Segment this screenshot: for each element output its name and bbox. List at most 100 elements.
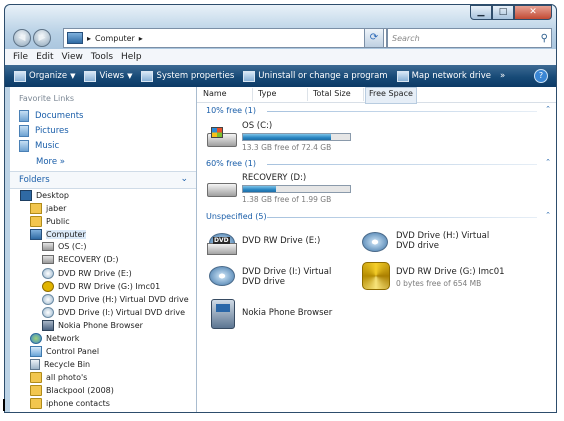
gold-disc-icon [360,258,390,290]
organize-icon [14,70,26,82]
menu-edit[interactable]: Edit [36,52,53,62]
title-bar[interactable]: ▁ □ ✕ ◀ ▶ ▸ Computer ▸ ▾ ⟳ Search ⚲ [5,5,556,53]
favorite-links-title: Favorite Links [19,94,75,103]
documents-icon [19,110,29,122]
drive-g-free-space: 0 bytes free of 654 MB [396,279,482,288]
file-list-pane: Name Type Total Size Free Space 10% free… [197,87,556,412]
column-type[interactable]: Type [258,89,276,98]
tree-item[interactable]: Desktop [20,190,69,201]
drive-d-usage-bar [242,185,351,193]
menu-help[interactable]: Help [121,52,142,62]
control-panel-icon [30,346,42,357]
forward-button[interactable]: ▶ [33,29,51,47]
tree-item[interactable]: DVD Drive (H:) Virtual DVD drive [42,294,189,305]
search-box[interactable]: Search ⚲ [387,28,552,48]
recycle-bin-icon [30,359,40,370]
computer-icon [30,229,42,240]
address-separator: ▸ [87,33,92,43]
dvd-icon [42,307,54,318]
tree-item[interactable]: DVD RW Drive (E:) [42,268,132,279]
column-separator[interactable] [252,88,253,101]
tree-item-label: Control Panel [46,347,100,356]
window-controls: ▁ □ ✕ [470,5,552,20]
tree-item[interactable]: Network [30,333,79,344]
drive-i-name[interactable]: DVD Drive (I:) Virtual DVD drive [242,267,352,287]
maximize-button[interactable]: □ [492,5,514,20]
help-icon[interactable]: ? [534,69,548,83]
group-divider [267,111,537,112]
tree-item[interactable]: Blackpool (2008) [30,385,114,396]
menu-file[interactable]: File [13,52,28,62]
computer-icon [67,32,83,44]
views-button[interactable]: Views ▼ [84,70,132,82]
tree-item[interactable]: all photo's [30,372,87,383]
menu-view[interactable]: View [62,52,83,62]
tree-item[interactable]: Recycle Bin [30,359,90,370]
column-separator[interactable] [363,88,364,101]
dvd-drive-icon [360,224,390,254]
tree-item[interactable]: DVD Drive (I:) Virtual DVD drive [42,307,185,318]
more-links[interactable]: More » [36,157,65,167]
back-button[interactable]: ◀ [13,29,31,47]
drive-h-name[interactable]: DVD Drive (H:) Virtual DVD drive [396,231,506,251]
minimize-button[interactable]: ▁ [470,5,492,20]
column-total-size[interactable]: Total Size [313,89,351,98]
favorite-documents[interactable]: Documents [19,110,83,122]
system-properties-icon [141,70,154,82]
phone-icon [207,297,237,329]
folder-icon [30,385,42,396]
column-name[interactable]: Name [203,89,227,98]
collapse-icon[interactable]: ⌃ [545,158,551,166]
folders-title: Folders [19,175,50,185]
group-header-10-free[interactable]: 10% free (1) [206,106,256,115]
map-network-drive-label: Map network drive [411,71,491,81]
tree-item-label: RECOVERY (D:) [58,255,119,264]
address-bar[interactable]: ▸ Computer ▸ ▾ [63,28,387,48]
map-network-drive-button[interactable]: Map network drive [396,70,491,82]
drive-icon [42,255,54,264]
uninstall-program-button[interactable]: Uninstall or change a program [243,70,388,82]
tree-item[interactable]: Computer [30,229,86,240]
menu-tools[interactable]: Tools [91,52,113,62]
drive-d-free-space: 1.38 GB free of 1.99 GB [242,195,332,204]
tree-item[interactable]: Control Panel [30,346,99,357]
tree-item[interactable]: iphone contacts [30,398,110,409]
tree-item[interactable]: DVD RW Drive (G:) Imc01 [42,281,160,292]
chevron-down-icon: ▼ [70,72,76,80]
organize-button[interactable]: Organize ▼ [14,70,76,82]
column-free-space[interactable]: Free Space [365,87,417,104]
toolbar-overflow-button[interactable]: » [500,71,505,81]
folders-header[interactable]: Folders ⌄ [10,171,196,189]
system-properties-button[interactable]: System properties [141,70,234,82]
refresh-button[interactable]: ⟳ [364,28,384,48]
tree-item[interactable]: jaber [30,203,66,214]
favorite-pictures[interactable]: Pictures [19,125,69,137]
tree-item[interactable]: OS (C:) [42,242,86,251]
tree-item[interactable]: Nokia Phone Browser [42,320,143,331]
drive-c-name[interactable]: OS (C:) [242,121,272,131]
nokia-phone-browser-name[interactable]: Nokia Phone Browser [242,308,332,318]
drive-e-name[interactable]: DVD RW Drive (E:) [242,236,320,246]
address-path: Computer [95,33,135,43]
chevron-down-icon[interactable]: ⌄ [180,174,188,184]
tree-item-label: DVD Drive (H:) Virtual DVD drive [58,295,189,304]
folder-icon [30,372,42,383]
search-icon[interactable]: ⚲ [541,33,548,44]
close-button[interactable]: ✕ [514,5,552,20]
group-divider [267,164,537,165]
group-divider [267,217,537,218]
drive-d-usage-fill [243,186,277,192]
collapse-icon[interactable]: ⌃ [545,105,551,113]
column-separator[interactable] [307,88,308,101]
tree-item[interactable]: RECOVERY (D:) [42,255,118,264]
collapse-icon[interactable]: ⌃ [545,211,551,219]
group-header-60-free[interactable]: 60% free (1) [206,159,256,168]
group-header-unspecified[interactable]: Unspecified (5) [206,212,267,221]
favorite-music[interactable]: Music [19,140,59,152]
drive-g-name[interactable]: DVD RW Drive (G:) Imc01 [396,267,505,277]
tree-item-label: OS (C:) [58,242,87,251]
tree-item[interactable]: Public [30,216,70,227]
drive-d-name[interactable]: RECOVERY (D:) [242,173,306,183]
dvd-icon [42,268,54,279]
views-icon [84,70,97,82]
